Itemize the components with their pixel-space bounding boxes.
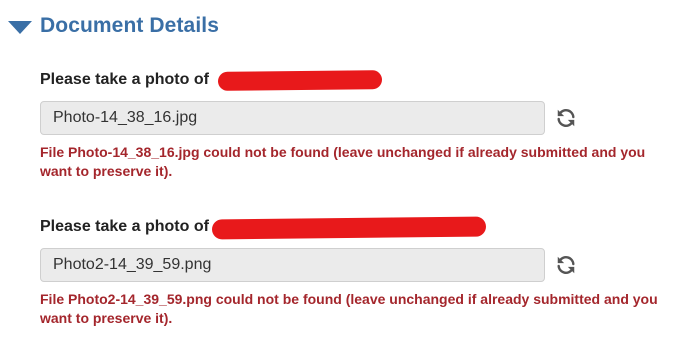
photo-field-1: Please take a photo of Photo-14_38_16.jp… xyxy=(40,69,660,181)
redaction-mark xyxy=(217,70,383,91)
photo-field-2: Please take a photo of Photo2-14_39_59.p… xyxy=(40,216,660,328)
file-name-input[interactable]: Photo-14_38_16.jpg xyxy=(40,101,545,135)
section-header[interactable]: Document Details xyxy=(8,14,219,38)
field-label: Please take a photo of xyxy=(40,71,209,88)
redaction-mark xyxy=(211,216,487,240)
refresh-icon[interactable] xyxy=(555,107,577,129)
file-name-input[interactable]: Photo2-14_39_59.png xyxy=(40,248,545,282)
refresh-icon[interactable] xyxy=(555,254,577,276)
field-label: Please take a photo of xyxy=(40,218,209,235)
caret-down-icon[interactable] xyxy=(8,20,32,34)
file-not-found-error: File Photo2-14_39_59.png could not be fo… xyxy=(40,291,658,326)
file-not-found-error: File Photo-14_38_16.jpg could not be fou… xyxy=(40,144,646,179)
section-title: Document Details xyxy=(40,14,219,37)
